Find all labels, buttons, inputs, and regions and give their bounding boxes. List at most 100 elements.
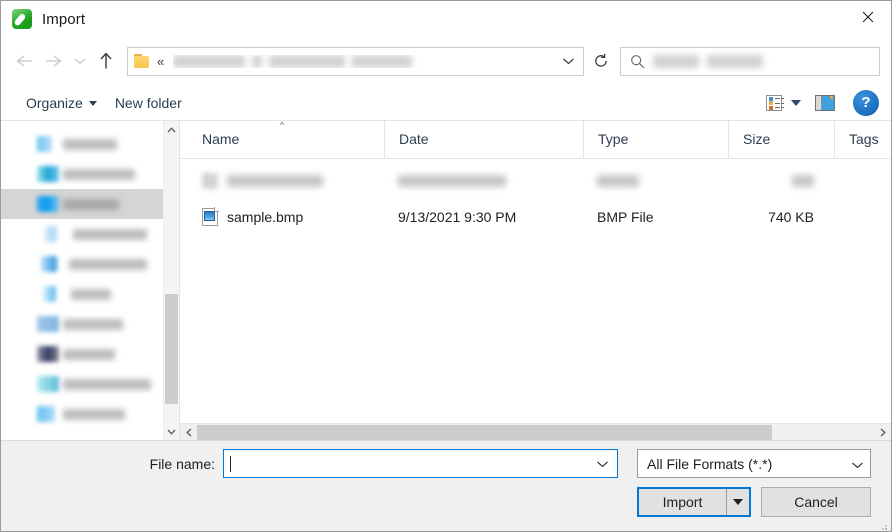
- import-split-button[interactable]: Import: [637, 487, 751, 517]
- nav-item-label: [63, 138, 117, 150]
- bmp-file-icon: [202, 207, 219, 226]
- change-view-button[interactable]: [760, 91, 807, 115]
- nav-item-icon: [37, 196, 59, 212]
- new-folder-button[interactable]: New folder: [106, 91, 191, 115]
- app-pill-icon: [12, 9, 32, 29]
- address-bar[interactable]: «: [127, 46, 584, 76]
- file-tags-cell: [834, 201, 891, 233]
- breadcrumb-segment[interactable]: [352, 54, 413, 68]
- table-row[interactable]: sample.bmp 9/13/2021 9:30 PM BMP File 74…: [180, 201, 891, 233]
- breadcrumb[interactable]: [173, 54, 557, 68]
- up-icon[interactable]: [91, 46, 121, 76]
- column-header-type[interactable]: Type: [583, 120, 728, 158]
- import-dropdown-button[interactable]: [727, 489, 749, 515]
- nav-item[interactable]: [1, 129, 163, 159]
- import-button[interactable]: Import: [639, 489, 727, 515]
- file-name-cell: [180, 165, 384, 197]
- nav-item[interactable]: [1, 339, 163, 369]
- navigation-bar: «: [1, 37, 891, 85]
- blurred-file-icon: [202, 173, 218, 189]
- back-icon[interactable]: [9, 46, 39, 76]
- file-format-dropdown[interactable]: All File Formats (*.*): [637, 449, 871, 478]
- nav-item-label: [73, 228, 147, 240]
- search-placeholder: [653, 54, 873, 68]
- caret-down-icon: [88, 101, 97, 106]
- nav-item-label: [63, 318, 123, 330]
- nav-item-label: [63, 168, 135, 180]
- nav-item-label: [71, 288, 111, 300]
- cancel-button[interactable]: Cancel: [761, 487, 871, 517]
- nav-item[interactable]: [1, 219, 163, 249]
- help-label: ?: [861, 94, 871, 111]
- search-icon: [630, 54, 645, 69]
- nav-item[interactable]: [1, 399, 163, 429]
- help-button[interactable]: ?: [853, 89, 879, 116]
- file-date-cell: 9/13/2021 9:30 PM: [384, 201, 583, 233]
- scroll-left-icon[interactable]: [180, 428, 197, 437]
- column-header-date[interactable]: Date: [384, 120, 583, 158]
- nav-item-icon: [43, 286, 56, 302]
- new-folder-label: New folder: [114, 94, 182, 111]
- column-header-tags[interactable]: Tags: [834, 120, 891, 158]
- forward-icon[interactable]: [39, 46, 69, 76]
- file-size-cell: 740 KB: [728, 201, 834, 233]
- dialog-buttons: Import Cancel: [637, 487, 871, 517]
- resize-grip-icon[interactable]: [878, 518, 888, 530]
- file-name-chevron-down-icon[interactable]: [591, 460, 613, 468]
- column-header-name[interactable]: ^ Name: [180, 120, 384, 158]
- column-header-tags-label: Tags: [849, 131, 879, 147]
- scroll-right-icon[interactable]: [874, 428, 891, 437]
- navigation-pane: [1, 121, 180, 440]
- nav-item-icon: [37, 316, 59, 332]
- file-name-label: sample.bmp: [227, 209, 304, 225]
- file-list-horizontal-scrollbar[interactable]: [180, 423, 891, 440]
- window-title: Import: [42, 10, 86, 28]
- nav-item[interactable]: [1, 159, 163, 189]
- nav-item[interactable]: [1, 279, 163, 309]
- column-header-size[interactable]: Size: [728, 120, 834, 158]
- text-cursor: [230, 455, 231, 472]
- nav-item-label: [63, 408, 125, 420]
- scroll-down-icon[interactable]: [164, 423, 179, 440]
- table-row[interactable]: [180, 165, 891, 197]
- breadcrumb-segment[interactable]: [173, 54, 246, 68]
- scroll-up-icon[interactable]: [164, 121, 179, 138]
- file-name-label: File name:: [149, 455, 215, 472]
- address-chevron-down-icon[interactable]: [557, 57, 579, 65]
- breadcrumb-overflow[interactable]: «: [157, 55, 164, 68]
- file-type-redacted: [597, 175, 639, 187]
- hscroll-thumb[interactable]: [197, 424, 773, 440]
- dialog-footer: File name: All File Formats (*.*) Import: [1, 440, 891, 531]
- nav-item-icon: [37, 166, 59, 182]
- nav-item[interactable]: [1, 369, 163, 399]
- sidebar-scrollbar[interactable]: [163, 121, 179, 440]
- file-format-chevron-down-icon[interactable]: [851, 456, 864, 472]
- nav-item-icon: [45, 226, 57, 242]
- nav-item-selected[interactable]: [1, 189, 163, 219]
- nav-item[interactable]: [1, 249, 163, 279]
- sort-caret-up-icon: ^: [279, 120, 285, 130]
- column-header-name-label: Name: [202, 131, 240, 147]
- preview-pane-button[interactable]: [807, 91, 843, 115]
- file-format-value: All File Formats (*.*): [647, 455, 773, 472]
- nav-item-label: [63, 378, 151, 390]
- caret-down-icon: [733, 499, 743, 505]
- file-size-label: 740 KB: [768, 209, 814, 225]
- breadcrumb-segment[interactable]: [269, 54, 346, 68]
- file-date-redacted: [398, 175, 506, 187]
- search-input[interactable]: [620, 46, 880, 76]
- file-type-cell: BMP File: [583, 201, 728, 233]
- refresh-icon[interactable]: [586, 46, 616, 76]
- file-tags-cell: [834, 165, 891, 197]
- hscroll-track[interactable]: [197, 424, 874, 441]
- file-type-label: BMP File: [597, 209, 654, 225]
- nav-item[interactable]: [1, 309, 163, 339]
- organize-label: Organize: [26, 94, 83, 111]
- breadcrumb-segment[interactable]: [252, 54, 263, 68]
- organize-button[interactable]: Organize: [17, 91, 106, 115]
- file-name-input[interactable]: [223, 449, 618, 478]
- navigation-tree: [1, 121, 163, 440]
- sidebar-scroll-thumb[interactable]: [165, 294, 178, 404]
- recent-locations-chevron-down-icon[interactable]: [69, 46, 91, 76]
- close-icon[interactable]: [845, 1, 891, 33]
